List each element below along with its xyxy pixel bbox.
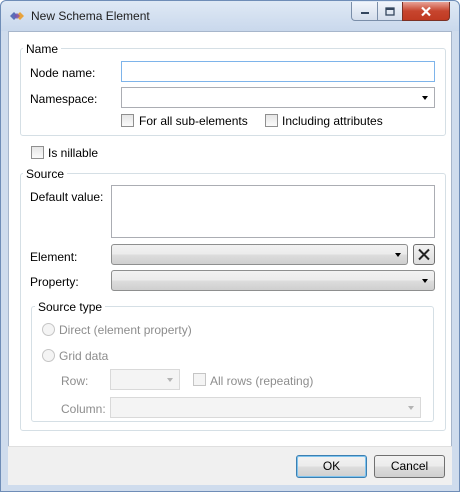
close-icon [421, 6, 431, 16]
maximize-button[interactable] [377, 2, 403, 21]
ok-button[interactable]: OK [296, 455, 367, 478]
title-bar[interactable]: New Schema Element [1, 1, 459, 31]
dialog-content: Name Node name: Namespace: For all sub-e… [8, 31, 452, 455]
node-name-input[interactable] [121, 61, 435, 82]
direct-label: Direct (element property) [59, 323, 192, 337]
row-dropdown[interactable] [110, 369, 180, 390]
including-attributes-checkbox[interactable] [265, 114, 278, 127]
element-dropdown[interactable] [111, 244, 408, 265]
node-name-label: Node name: [30, 66, 96, 80]
property-label: Property: [30, 275, 79, 289]
window-title: New Schema Element [31, 9, 150, 23]
name-group-legend: Name [23, 42, 62, 56]
minimize-button[interactable] [351, 2, 378, 21]
is-nillable-checkbox[interactable] [31, 146, 44, 159]
is-nillable-label: Is nillable [48, 146, 99, 160]
grid-data-radio[interactable] [42, 349, 55, 362]
row-label: Row: [61, 374, 89, 388]
grid-data-label: Grid data [59, 349, 109, 363]
column-label: Column: [61, 402, 106, 416]
close-button[interactable] [402, 2, 450, 21]
minimize-icon [360, 12, 369, 14]
all-rows-checkbox[interactable] [193, 373, 206, 386]
default-value-label: Default value: [30, 190, 104, 204]
including-attributes-label: Including attributes [282, 114, 383, 128]
for-all-sub-elements-label: For all sub-elements [139, 114, 248, 128]
chevron-down-icon [167, 378, 173, 382]
clear-x-icon [418, 248, 430, 261]
dialog-footer: OK Cancel [8, 446, 452, 485]
column-dropdown[interactable] [110, 397, 421, 418]
cancel-button[interactable]: Cancel [374, 455, 445, 478]
element-label: Element: [30, 250, 78, 264]
property-dropdown[interactable] [111, 270, 435, 291]
maximize-icon [385, 6, 395, 16]
dialog-window: New Schema Element Name Node name: Names… [0, 0, 460, 492]
chevron-down-icon [422, 96, 428, 100]
source-group-legend: Source [23, 167, 68, 181]
namespace-dropdown[interactable] [121, 87, 435, 108]
chevron-down-icon [408, 406, 414, 410]
default-value-input[interactable] [111, 185, 435, 238]
for-all-sub-elements-checkbox[interactable] [121, 114, 134, 127]
clear-element-button[interactable] [413, 244, 435, 265]
all-rows-label: All rows (repeating) [210, 374, 314, 388]
namespace-label: Namespace: [30, 92, 98, 106]
source-type-legend: Source type [35, 300, 106, 314]
chevron-down-icon [422, 279, 428, 283]
schema-diamond-icon [9, 9, 25, 23]
direct-radio[interactable] [42, 323, 55, 336]
chevron-down-icon [395, 253, 401, 257]
